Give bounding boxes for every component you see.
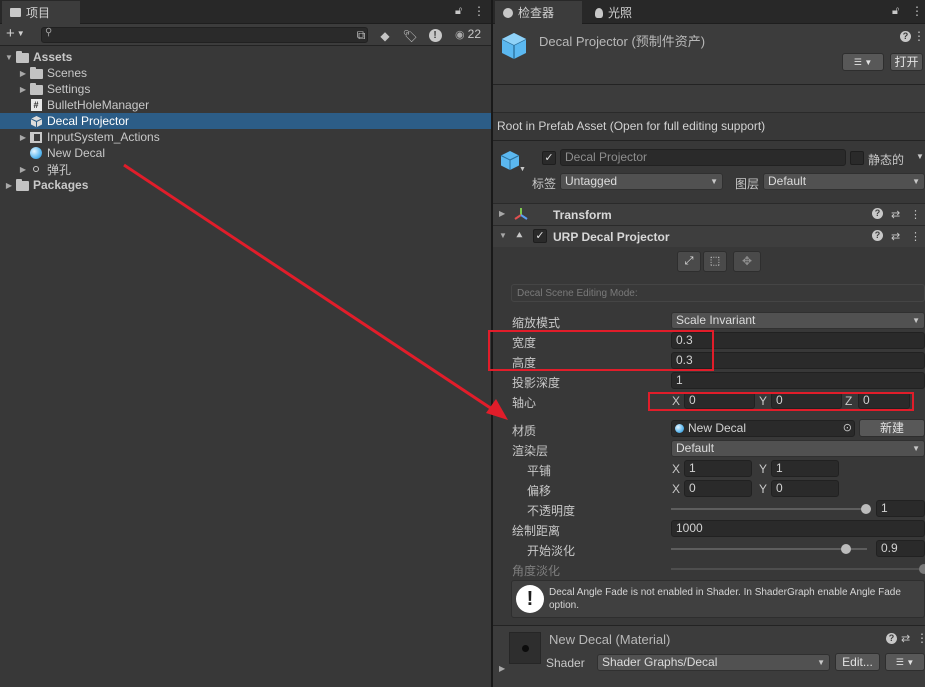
annotation-arrow (123, 163, 508, 420)
